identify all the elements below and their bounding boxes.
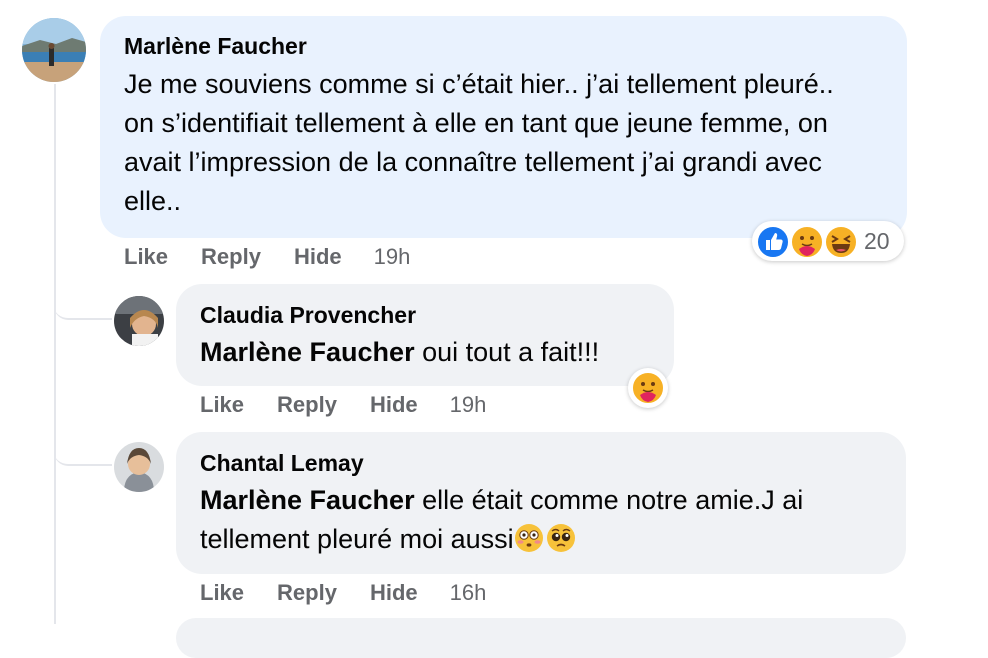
comment-text-line2: tellement pleuré moi aussi [200,520,576,559]
flushed-face-icon [514,523,543,552]
reaction-summary[interactable] [628,368,668,408]
reply-button[interactable]: Reply [201,244,261,269]
hide-button[interactable]: Hide [370,392,418,417]
comment-actions: Like Reply Hide 19h [200,392,486,418]
timestamp[interactable]: 19h [374,244,411,269]
comment-text: Je me souviens comme si c’était hier.. j… [124,69,834,216]
reply-button[interactable]: Reply [277,392,337,417]
comment-author[interactable]: Marlène Faucher [124,33,307,60]
avatar[interactable] [22,18,86,82]
thread-branch [54,284,112,320]
comment-body: elle était comme notre amie.J ai [414,485,804,515]
avatar[interactable] [114,296,164,346]
like-button[interactable]: Like [124,244,168,269]
haha-icon [824,225,858,259]
like-icon [756,225,790,259]
reaction-summary[interactable]: 20 [752,221,904,261]
avatar[interactable] [114,442,164,492]
thread-line [54,84,56,624]
timestamp[interactable]: 16h [450,580,487,605]
comment-author[interactable]: Chantal Lemay [200,450,364,477]
comment-body: oui tout a fait!!! [414,337,600,367]
comment-text: Marlène Faucher oui tout a fait!!! [200,333,599,372]
comment-body: tellement pleuré moi aussi [200,524,514,554]
comment-actions: Like Reply Hide 16h [200,580,486,606]
comment-text: Marlène Faucher elle était comme notre a… [200,481,803,520]
care-icon [631,371,665,405]
thread-branch [54,430,112,466]
comment-author[interactable]: Claudia Provencher [200,302,416,329]
timestamp[interactable]: 19h [450,392,487,417]
hide-button[interactable]: Hide [370,580,418,605]
like-button[interactable]: Like [200,580,244,605]
reaction-count: 20 [864,228,890,254]
mention-link[interactable]: Marlène Faucher [200,337,415,367]
hide-button[interactable]: Hide [294,244,342,269]
comment-actions: Like Reply Hide 19h [124,244,410,270]
pleading-face-icon [546,523,575,552]
like-button[interactable]: Like [200,392,244,417]
reply-button[interactable]: Reply [277,580,337,605]
mention-link[interactable]: Marlène Faucher [200,485,415,515]
reply-bubble-partial [176,618,906,658]
care-icon [790,225,824,259]
